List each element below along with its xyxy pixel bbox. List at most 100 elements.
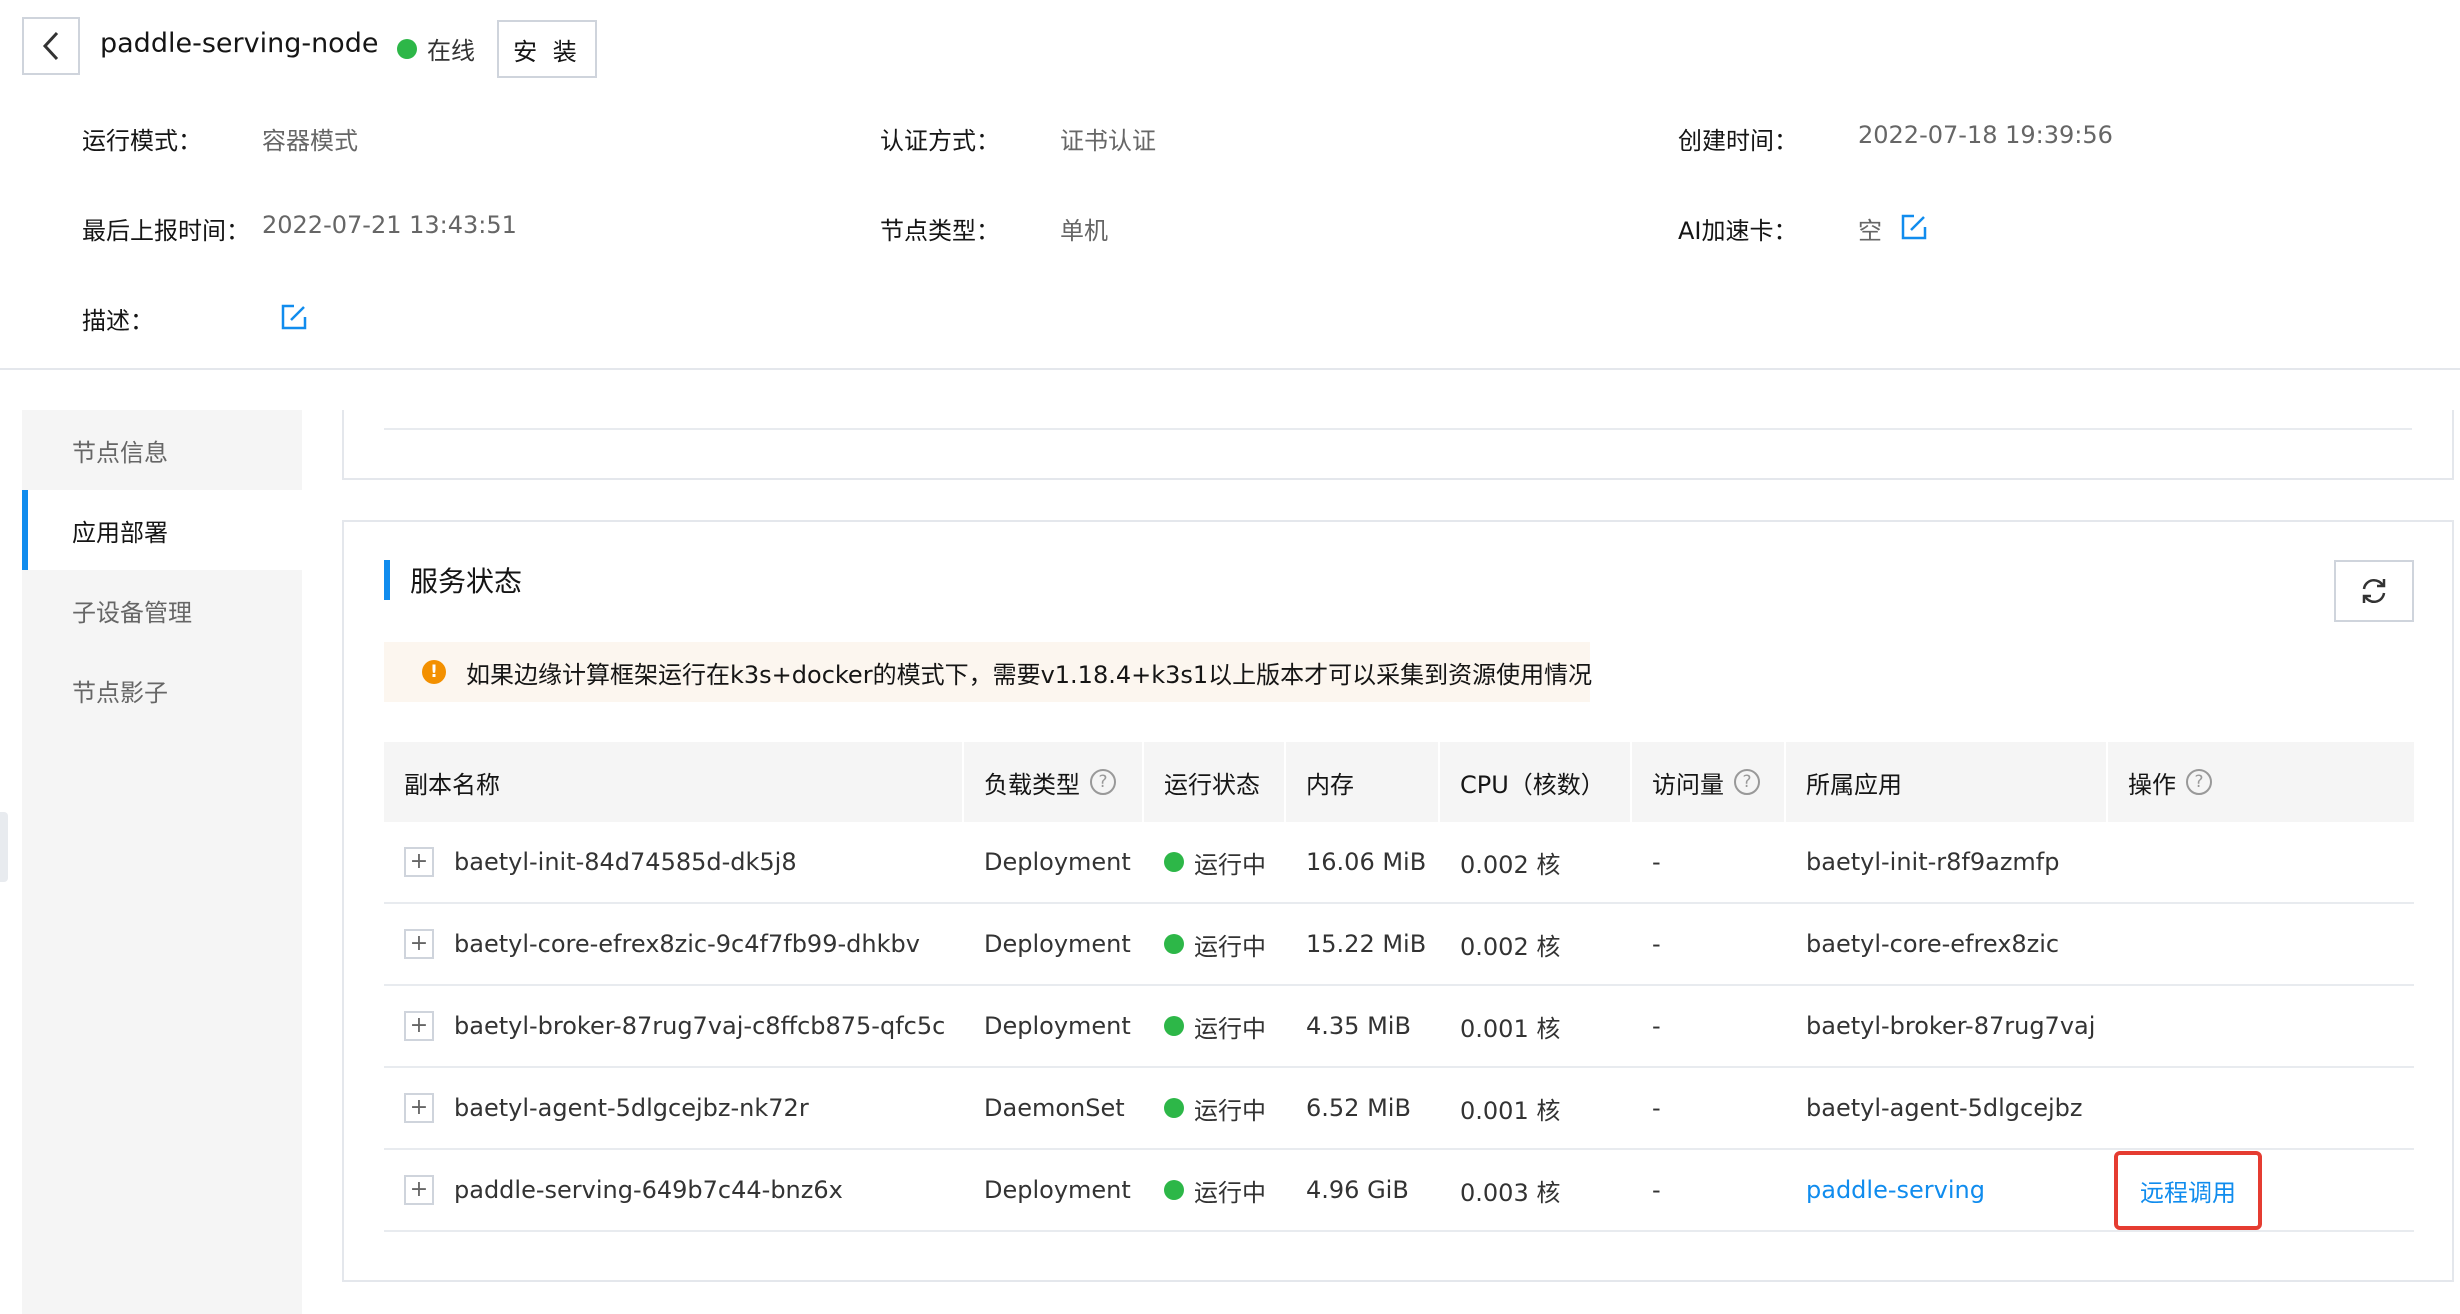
workload-type: Deployment xyxy=(984,1012,1131,1040)
expand-row-button[interactable]: + xyxy=(404,1093,434,1123)
sidebar-item-node-shadow[interactable]: 节点影子 xyxy=(22,650,302,730)
visits-value: - xyxy=(1652,848,1661,876)
expand-row-button[interactable]: + xyxy=(404,929,434,959)
app-name: baetyl-agent-5dlgcejbz xyxy=(1806,1094,2083,1122)
table-row: + baetyl-core-efrex8zic-9c4f7fb99-dhkbv D… xyxy=(384,904,2414,986)
run-mode-label: 运行模式： xyxy=(82,127,202,155)
workload-type: Deployment xyxy=(984,930,1131,958)
header-divider xyxy=(0,368,2460,370)
description-label: 描述： xyxy=(82,307,154,335)
column-header: 运行状态 xyxy=(1144,742,1286,822)
column-header: 访问量? xyxy=(1632,742,1786,822)
sidebar-item-subdevice[interactable]: 子设备管理 xyxy=(22,570,302,650)
running-status-dot xyxy=(1164,1016,1184,1036)
install-button[interactable]: 安 装 xyxy=(497,20,597,78)
back-button[interactable] xyxy=(22,17,80,75)
table-row: + paddle-serving-649b7c44-bnz6x Deploymen… xyxy=(384,1150,2414,1232)
created-label: 创建时间： xyxy=(1678,127,1798,155)
notice-text: 如果边缘计算框架运行在k3s+docker的模式下，需要v1.18.4+k3s1… xyxy=(466,660,1593,689)
column-header: 副本名称 xyxy=(384,742,964,822)
running-status-dot xyxy=(1164,852,1184,872)
cpu-value: 0.001 核 xyxy=(1460,1096,1561,1125)
service-status-card: 服务状态 ! 如果边缘计算框架运行在k3s+docker的模式下，需要v1.18… xyxy=(342,520,2454,1282)
workload-type: Deployment xyxy=(984,848,1131,876)
node-type-label: 节点类型： xyxy=(880,217,1000,245)
section-title: 服务状态 xyxy=(384,560,522,600)
last-report-value: 2022-07-21 13:43:51 xyxy=(262,211,517,239)
column-header: 所属应用 xyxy=(1786,742,2108,822)
run-status: 运行中 xyxy=(1194,1014,1266,1043)
auth-value: 证书认证 xyxy=(1060,127,1156,155)
column-header: 操作? xyxy=(2108,742,2414,822)
column-header-label: CPU（核数） xyxy=(1460,770,1605,799)
node-status: 在线 xyxy=(397,31,475,66)
ai-card-value: 空 xyxy=(1858,217,1882,245)
running-status-dot xyxy=(1164,1180,1184,1200)
visits-value: - xyxy=(1652,930,1661,958)
app-name: baetyl-init-r8f9azmfp xyxy=(1806,848,2060,876)
action-cell xyxy=(2108,904,2414,984)
collapsed-panel-handle[interactable] xyxy=(0,812,8,882)
column-header-label: 访问量 xyxy=(1652,770,1724,799)
ai-card-label: AI加速卡： xyxy=(1678,217,1798,245)
app-name: baetyl-broker-87rug7vaj xyxy=(1806,1012,2096,1040)
run-status: 运行中 xyxy=(1194,850,1266,879)
replica-name: baetyl-core-efrex8zic-9c4f7fb99-dhkbv xyxy=(454,930,920,958)
table-row: + baetyl-init-84d74585d-dk5j8 Deployment … xyxy=(384,822,2414,904)
visits-value: - xyxy=(1652,1094,1661,1122)
refresh-button[interactable] xyxy=(2334,560,2414,622)
help-icon[interactable]: ? xyxy=(1090,769,1116,795)
column-header-label: 内存 xyxy=(1306,770,1354,799)
replica-name: baetyl-init-84d74585d-dk5j8 xyxy=(454,848,797,876)
action-cell xyxy=(2108,986,2414,1066)
warning-icon: ! xyxy=(422,660,446,684)
run-status: 运行中 xyxy=(1194,932,1266,961)
expand-row-button[interactable]: + xyxy=(404,1011,434,1041)
table-row: + baetyl-agent-5dlgcejbz-nk72r DaemonSet … xyxy=(384,1068,2414,1150)
table-header: 副本名称 负载类型? 运行状态 内存 CPU（核数） 访问量? 所属应用 操作? xyxy=(384,742,2414,822)
expand-row-button[interactable]: + xyxy=(404,847,434,877)
edit-icon[interactable] xyxy=(280,303,308,331)
replica-name: baetyl-broker-87rug7vaj-c8ffcb875-qfc5c xyxy=(454,1012,946,1040)
run-status: 运行中 xyxy=(1194,1096,1266,1125)
replica-name: paddle-serving-649b7c44-bnz6x xyxy=(454,1176,843,1204)
divider xyxy=(384,428,2412,430)
column-header-label: 副本名称 xyxy=(404,770,500,799)
app-name: baetyl-core-efrex8zic xyxy=(1806,930,2060,958)
column-header-label: 负载类型 xyxy=(984,770,1080,799)
column-header: 负载类型? xyxy=(964,742,1144,822)
node-title: paddle-serving-node xyxy=(100,28,379,59)
memory-value: 4.96 GiB xyxy=(1306,1176,1409,1204)
node-status-label: 在线 xyxy=(427,37,475,65)
expand-row-button[interactable]: + xyxy=(404,1175,434,1205)
node-type-value: 单机 xyxy=(1060,217,1108,245)
sidebar-item-node-info[interactable]: 节点信息 xyxy=(22,410,302,490)
memory-value: 15.22 MiB xyxy=(1306,930,1427,958)
help-icon[interactable]: ? xyxy=(2186,769,2212,795)
last-report-label: 最后上报时间： xyxy=(82,217,250,245)
cpu-value: 0.002 核 xyxy=(1460,932,1561,961)
service-table: 副本名称 负载类型? 运行状态 内存 CPU（核数） 访问量? 所属应用 操作?… xyxy=(384,742,2414,1232)
table-row: + baetyl-broker-87rug7vaj-c8ffcb875-qfc5c… xyxy=(384,986,2414,1068)
remote-call-link[interactable]: 远程调用 xyxy=(2114,1150,2262,1230)
column-header: CPU（核数） xyxy=(1440,742,1632,822)
running-status-dot xyxy=(1164,934,1184,954)
column-header-label: 运行状态 xyxy=(1164,770,1260,799)
app-link[interactable]: paddle-serving xyxy=(1806,1176,1985,1204)
visits-value: - xyxy=(1652,1012,1661,1040)
warning-notice: ! 如果边缘计算框架运行在k3s+docker的模式下，需要v1.18.4+k3… xyxy=(384,642,1593,702)
auth-label: 认证方式： xyxy=(880,127,1000,155)
replica-name: baetyl-agent-5dlgcejbz-nk72r xyxy=(454,1094,809,1122)
visits-value: - xyxy=(1652,1176,1661,1204)
edit-icon[interactable] xyxy=(1900,213,1928,241)
help-icon[interactable]: ? xyxy=(1734,769,1760,795)
previous-section-card xyxy=(342,410,2454,480)
run-status: 运行中 xyxy=(1194,1178,1266,1207)
column-header-label: 所属应用 xyxy=(1806,770,1902,799)
cpu-value: 0.001 核 xyxy=(1460,1014,1561,1043)
workload-type: Deployment xyxy=(984,1176,1131,1204)
action-cell xyxy=(2108,1068,2414,1148)
refresh-icon xyxy=(2362,579,2386,603)
sidebar-item-app-deploy[interactable]: 应用部署 xyxy=(22,490,302,570)
sidebar-nav: 节点信息 应用部署 子设备管理 节点影子 xyxy=(22,410,302,1314)
